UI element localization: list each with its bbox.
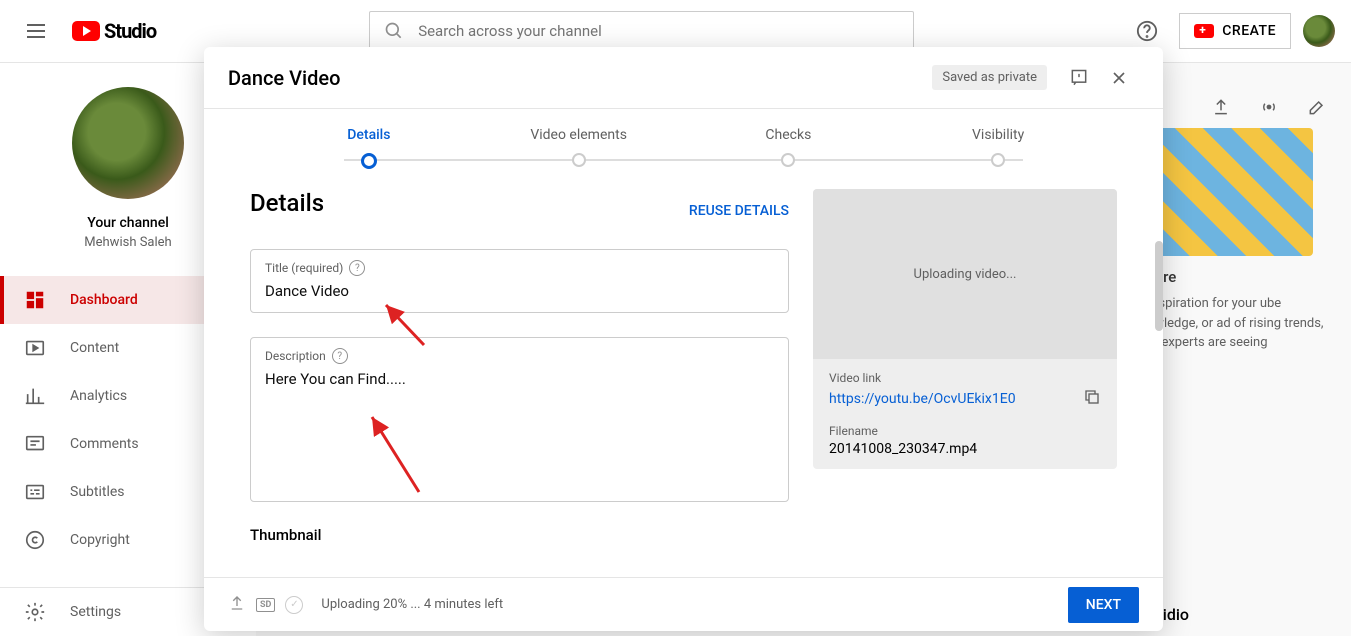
sidebar-item-label: Analytics	[70, 388, 127, 404]
video-preview: Uploading video...	[813, 189, 1117, 359]
upload-modal: Dance Video Saved as private Details Vid…	[204, 47, 1163, 631]
edit-icon[interactable]	[1307, 97, 1327, 117]
create-label: CREATE	[1222, 23, 1276, 39]
bg-card-text: or inspiration for your ube knowledge, o…	[1133, 294, 1333, 353]
title-field-label: Title (required)	[265, 261, 343, 275]
subtitles-icon	[24, 481, 46, 503]
bg-action-icons	[1211, 97, 1327, 117]
sidebar-item-label: Settings	[70, 604, 121, 620]
bg-card-title: s Here	[1133, 268, 1333, 286]
upload-stepper: Details Video elements Checks Visibility	[204, 109, 1163, 169]
copyright-icon	[24, 529, 46, 551]
dashboard-icon	[24, 289, 46, 311]
feedback-icon[interactable]	[1059, 58, 1099, 98]
sidebar-item-label: Comments	[70, 436, 139, 452]
bg-news-card: s Here or inspiration for your ube knowl…	[1133, 128, 1333, 353]
user-avatar[interactable]	[1303, 15, 1335, 47]
menu-icon[interactable]	[16, 11, 56, 51]
sd-badge: SD	[256, 598, 275, 612]
create-button[interactable]: CREATE	[1179, 13, 1291, 49]
modal-header: Dance Video Saved as private	[204, 47, 1163, 109]
step-details[interactable]: Details	[264, 127, 474, 169]
help-tooltip-icon[interactable]: ?	[349, 260, 365, 276]
video-link-label: Video link	[829, 371, 1101, 385]
create-plus-icon	[1194, 24, 1214, 38]
studio-logo[interactable]: Studio	[72, 19, 156, 43]
help-icon[interactable]	[1127, 11, 1167, 51]
youtube-icon	[72, 21, 100, 41]
comments-icon	[24, 433, 46, 455]
description-field[interactable]: Description ? Here You can Find.....	[250, 337, 789, 502]
title-field-value[interactable]: Dance Video	[265, 282, 774, 302]
details-heading: Details	[250, 189, 324, 217]
upload-icon[interactable]	[1211, 97, 1231, 117]
help-tooltip-icon[interactable]: ?	[332, 348, 348, 364]
search-icon	[384, 21, 404, 41]
description-field-label: Description	[265, 349, 326, 363]
thumbnail-label: Thumbnail	[250, 526, 789, 544]
step-video-elements[interactable]: Video elements	[474, 127, 684, 167]
logo-text: Studio	[104, 19, 156, 43]
step-label: Video elements	[530, 127, 627, 143]
description-field-value[interactable]: Here You can Find.....	[265, 370, 774, 390]
step-label: Checks	[765, 127, 811, 143]
modal-title: Dance Video	[228, 66, 340, 90]
step-visibility[interactable]: Visibility	[893, 127, 1103, 167]
analytics-icon	[24, 385, 46, 407]
step-dot-icon	[361, 153, 377, 169]
video-link-value[interactable]: https://youtu.be/OcvUEkix1E0	[829, 391, 1016, 407]
reuse-details-button[interactable]: REUSE DETAILS	[689, 203, 789, 219]
step-checks[interactable]: Checks	[684, 127, 894, 167]
sidebar-item-label: Content	[70, 340, 119, 356]
modal-footer: SD ✓ Uploading 20% ... 4 minutes left NE…	[204, 577, 1163, 631]
gear-icon	[24, 601, 46, 623]
upload-status-text: Uploading video...	[914, 267, 1017, 282]
search-box[interactable]	[369, 11, 914, 51]
upload-icon	[228, 594, 246, 616]
filename-label: Filename	[829, 424, 1101, 438]
bg-studio-text: idio	[1163, 605, 1189, 624]
step-label: Visibility	[972, 127, 1024, 143]
channel-avatar[interactable]	[72, 87, 184, 199]
scrollbar[interactable]	[1155, 241, 1163, 331]
copy-icon[interactable]	[1083, 388, 1101, 410]
sidebar-item-label: Copyright	[70, 532, 130, 548]
modal-body: Details REUSE DETAILS Title (required) ?…	[204, 169, 1163, 577]
search-input[interactable]	[418, 22, 899, 40]
close-icon[interactable]	[1099, 58, 1139, 98]
step-dot-icon	[991, 153, 1005, 167]
video-preview-panel: Uploading video... Video link https://yo…	[813, 189, 1117, 469]
step-dot-icon	[781, 153, 795, 167]
step-label: Details	[347, 127, 390, 143]
filename-value: 20141008_230347.mp4	[829, 441, 1101, 457]
step-dot-icon	[572, 153, 586, 167]
upload-progress-text: Uploading 20% ... 4 minutes left	[321, 597, 503, 612]
saved-badge: Saved as private	[932, 65, 1047, 90]
sidebar-item-label: Dashboard	[70, 292, 138, 308]
sidebar-item-label: Subtitles	[70, 484, 125, 500]
next-button[interactable]: NEXT	[1068, 587, 1139, 623]
content-icon	[24, 337, 46, 359]
check-icon: ✓	[285, 596, 303, 614]
title-field[interactable]: Title (required) ? Dance Video	[250, 249, 789, 313]
live-icon[interactable]	[1259, 97, 1279, 117]
